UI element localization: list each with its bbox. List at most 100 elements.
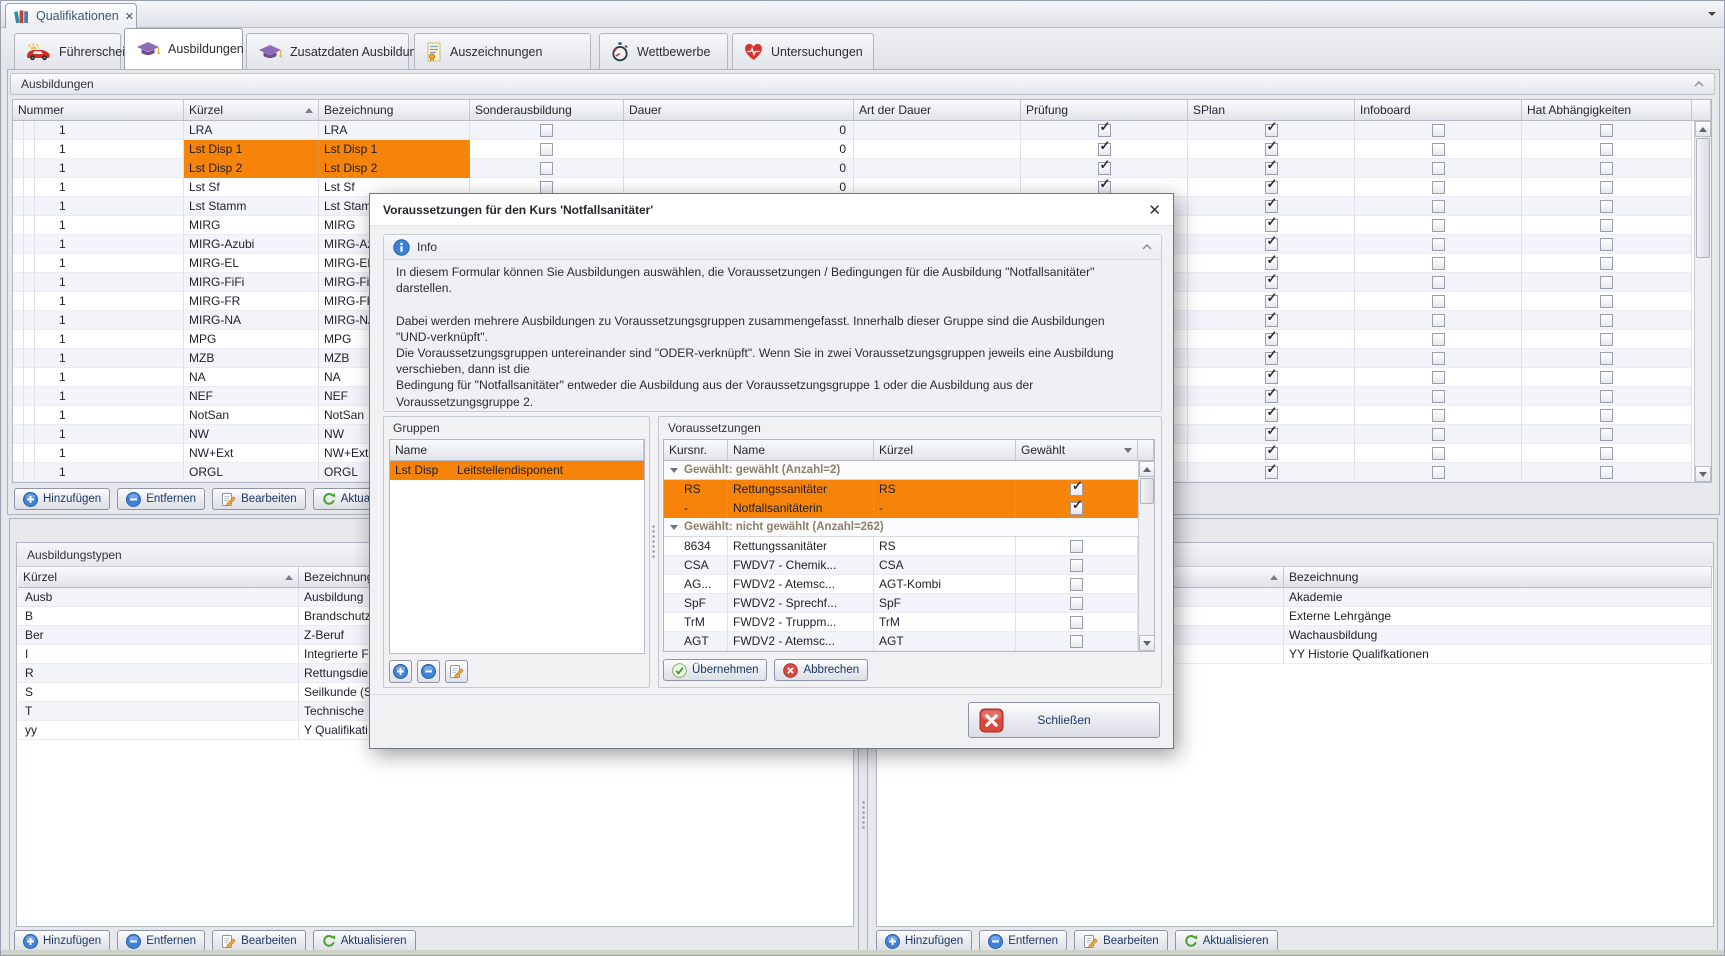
checkbox[interactable] — [1432, 124, 1445, 137]
table-row-rettungssanitäter[interactable]: RSRettungssanitäterRS — [664, 480, 1138, 499]
group-header-row[interactable]: Gewählt: nicht gewählt (Anzahl=262) — [664, 518, 1138, 537]
checkbox[interactable] — [1600, 181, 1613, 194]
column-header-kursnr[interactable]: Kursnr. — [664, 440, 728, 461]
checkbox[interactable] — [1600, 352, 1613, 365]
scroll-up-button[interactable] — [1139, 461, 1155, 477]
column-header-kürzel[interactable]: Kürzel — [874, 440, 1016, 461]
checkbox[interactable] — [1432, 295, 1445, 308]
checkbox[interactable] — [1265, 371, 1278, 384]
checkbox[interactable] — [1265, 352, 1278, 365]
checkbox[interactable] — [1265, 295, 1278, 308]
checkbox[interactable] — [1432, 333, 1445, 346]
scroll-up-button[interactable] — [1695, 121, 1711, 137]
checkbox[interactable] — [1098, 162, 1111, 175]
grid-scrollbar[interactable] — [1694, 121, 1711, 482]
toolbar-button-edit-icon[interactable] — [445, 660, 468, 683]
checkbox[interactable] — [540, 124, 553, 137]
group-row-lst-disp[interactable]: Lst DispLeitstellendisponent — [390, 461, 644, 480]
checkbox[interactable] — [1600, 143, 1613, 156]
checkbox[interactable] — [1070, 578, 1083, 591]
checkbox[interactable] — [1432, 200, 1445, 213]
ribbon-tab-führerschein[interactable]: Führerschein — [14, 33, 121, 69]
checkbox[interactable] — [1600, 428, 1613, 441]
column-header-infoboard[interactable]: Infoboard — [1355, 100, 1522, 121]
checkbox[interactable] — [1265, 124, 1278, 137]
checkbox[interactable] — [1265, 257, 1278, 270]
checkbox[interactable] — [1432, 428, 1445, 441]
scroll-down-button[interactable] — [1139, 635, 1155, 651]
ribbon-tab-wettbewerbe[interactable]: Wettbewerbe — [599, 33, 728, 69]
checkbox[interactable] — [1432, 409, 1445, 422]
checkbox[interactable] — [1600, 219, 1613, 232]
button-bearbeiten[interactable]: Bearbeiten — [1074, 930, 1168, 952]
chevron-up-icon[interactable] — [1694, 81, 1704, 87]
button-bearbeiten[interactable]: Bearbeiten — [212, 930, 306, 952]
checkbox[interactable] — [1070, 597, 1083, 610]
checkbox[interactable] — [1098, 143, 1111, 156]
voraussetzungen-scrollbar[interactable] — [1138, 461, 1155, 651]
table-row-fwdv2-atemsc[interactable]: AG...FWDV2 - Atemsc...AGT-Kombi — [664, 575, 1138, 594]
checkbox[interactable] — [1070, 502, 1083, 515]
ribbon-tab-auszeichnungen[interactable]: Auszeichnungen — [414, 33, 591, 69]
ribbon-tab-ausbildungen[interactable]: Ausbildungen — [124, 28, 243, 69]
checkbox[interactable] — [1098, 181, 1111, 194]
column-header-sonderausbildung[interactable]: Sonderausbildung — [470, 100, 624, 121]
checkbox[interactable] — [1432, 390, 1445, 403]
checkbox[interactable] — [1265, 466, 1278, 479]
button-abbrechen[interactable]: Abbrechen — [774, 659, 868, 681]
close-icon[interactable]: ✕ — [125, 10, 134, 23]
checkbox[interactable] — [1600, 371, 1613, 384]
checkbox[interactable] — [1432, 257, 1445, 270]
checkbox[interactable] — [1432, 352, 1445, 365]
checkbox[interactable] — [1432, 314, 1445, 327]
checkbox[interactable] — [1600, 295, 1613, 308]
checkbox[interactable] — [1265, 219, 1278, 232]
button-entfernen[interactable]: Entfernen — [979, 930, 1067, 952]
button-übernehmen[interactable]: Übernehmen — [663, 659, 767, 681]
table-row-notfallsanitäterin[interactable]: -Notfallsanitäterin- — [664, 499, 1138, 518]
group-expander-icon[interactable] — [670, 468, 678, 477]
checkbox[interactable] — [1432, 238, 1445, 251]
info-box-header[interactable]: Info — [384, 235, 1161, 260]
checkbox[interactable] — [1600, 124, 1613, 137]
column-header-bezeichnung[interactable]: Bezeichnung — [319, 100, 470, 121]
table-row-lst-disp-2[interactable]: 1Lst Disp 2Lst Disp 20 — [13, 159, 1692, 178]
checkbox[interactable] — [1265, 428, 1278, 441]
checkbox[interactable] — [1600, 162, 1613, 175]
table-row-fwdv2-sprechf[interactable]: SpFFWDV2 - Sprechf...SpF — [664, 594, 1138, 613]
filter-dropdown-icon[interactable] — [1124, 448, 1132, 457]
checkbox[interactable] — [1432, 447, 1445, 460]
button-hinzufügen[interactable]: Hinzufügen — [876, 930, 972, 952]
checkbox[interactable] — [1098, 124, 1111, 137]
checkbox[interactable] — [1070, 616, 1083, 629]
checkbox[interactable] — [1265, 143, 1278, 156]
ribbon-tab-zusatzdaten-ausbildung[interactable]: Zusatzdaten Ausbildung — [246, 33, 409, 69]
checkbox[interactable] — [1432, 181, 1445, 194]
button-aktualisieren[interactable]: Aktualisieren — [313, 930, 416, 952]
button-entfernen[interactable]: Entfernen — [117, 488, 205, 510]
checkbox[interactable] — [1070, 483, 1083, 496]
checkbox[interactable] — [540, 143, 553, 156]
checkbox[interactable] — [1265, 390, 1278, 403]
column-header-dauer[interactable]: Dauer — [624, 100, 854, 121]
table-row-lst-disp-1[interactable]: 1Lst Disp 1Lst Disp 10 — [13, 140, 1692, 159]
column-header-splan[interactable]: SPlan — [1188, 100, 1355, 121]
checkbox[interactable] — [540, 181, 553, 194]
column-header-name[interactable]: Name — [390, 440, 644, 461]
checkbox[interactable] — [1600, 447, 1613, 460]
checkbox[interactable] — [1600, 314, 1613, 327]
dialog-close-icon[interactable]: ✕ — [1148, 201, 1161, 219]
column-header-kürzel[interactable]: Kürzel — [18, 567, 299, 588]
group-header-row[interactable]: Gewählt: gewählt (Anzahl=2) — [664, 461, 1138, 480]
toolbar-button-plus-icon[interactable] — [389, 660, 412, 683]
table-row-fwdv7-chemik[interactable]: CSAFWDV7 - Chemik...CSA — [664, 556, 1138, 575]
checkbox[interactable] — [1600, 276, 1613, 289]
checkbox[interactable] — [1265, 409, 1278, 422]
button-hinzufügen[interactable]: Hinzufügen — [14, 488, 110, 510]
column-header-nummer[interactable]: Nummer — [13, 100, 184, 121]
box-splitter-grip[interactable] — [651, 524, 656, 558]
column-header-kürzel[interactable]: Kürzel — [184, 100, 319, 121]
schliessen-button[interactable]: Schließen — [968, 702, 1160, 738]
column-header-hat-abhängigkeiten[interactable]: Hat Abhängigkeiten — [1522, 100, 1692, 121]
ribbon-tab-untersuchungen[interactable]: Untersuchungen — [732, 33, 874, 69]
